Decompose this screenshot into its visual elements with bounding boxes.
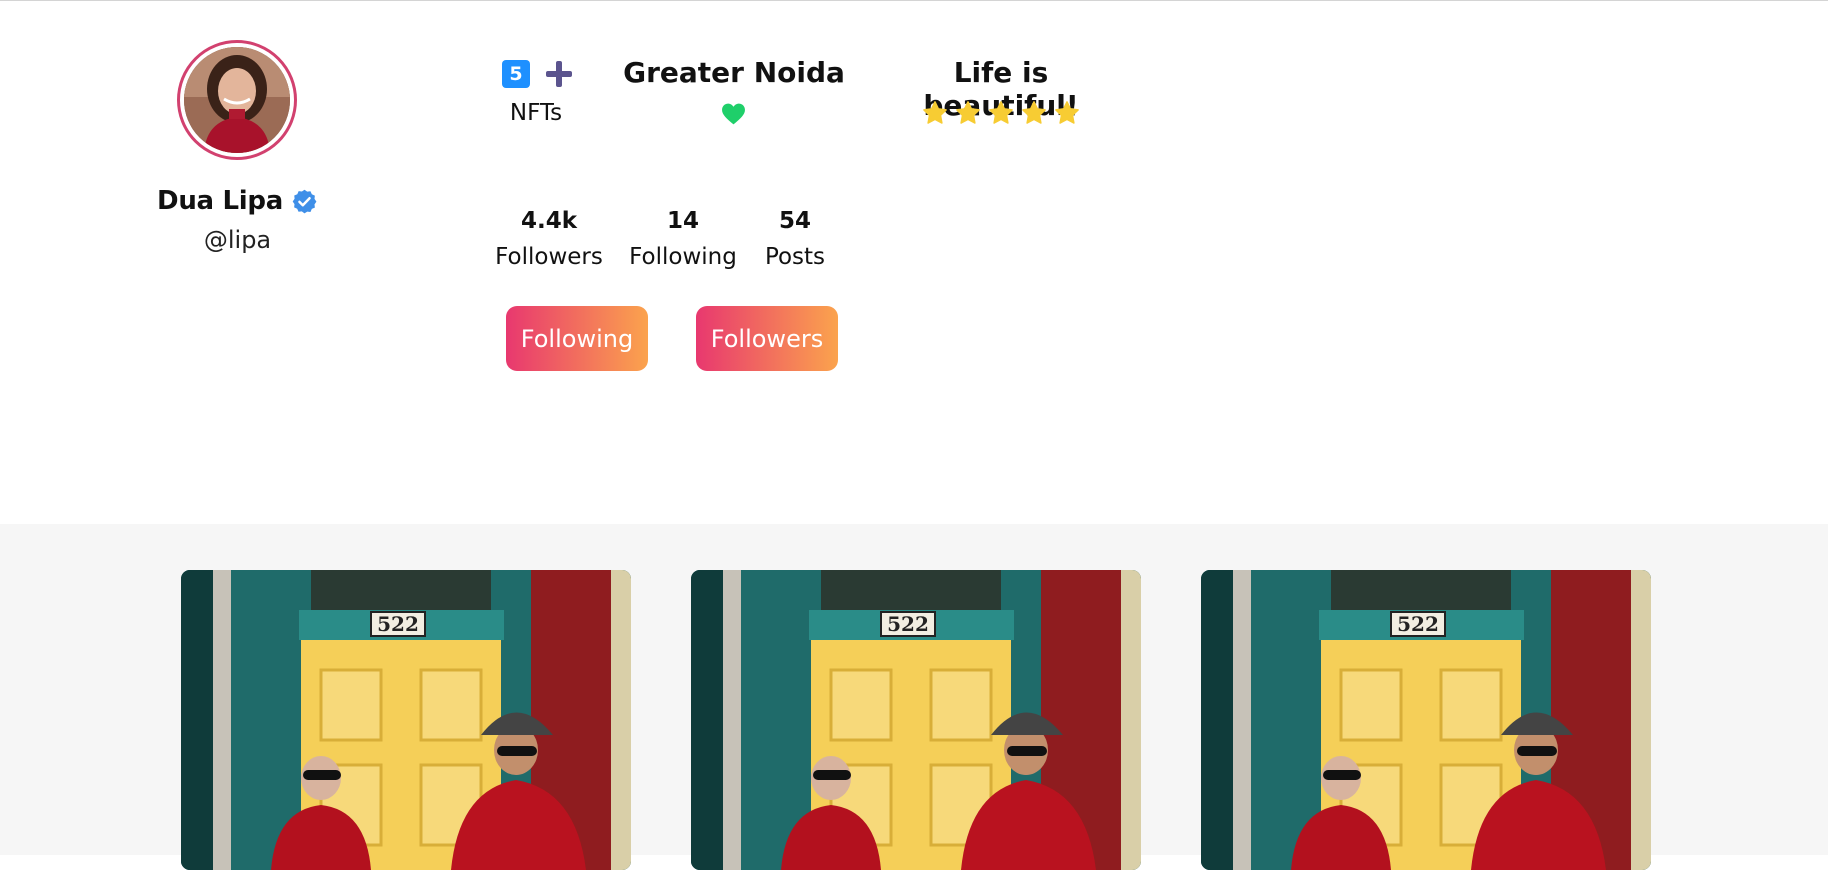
post-card[interactable]: 522 [181, 570, 631, 870]
top-divider [0, 0, 1828, 1]
stat-following[interactable]: 14 Following [625, 208, 741, 270]
stat-followers-value: 4.4k [520, 208, 578, 234]
heart-icon [722, 103, 745, 125]
verified-badge-icon [292, 189, 317, 213]
plus-icon[interactable] [544, 59, 574, 89]
door-number: 522 [1397, 612, 1439, 636]
rating-stars [922, 100, 1080, 126]
post-image: 522 [691, 570, 1141, 870]
profile-name-row: Dua Lipa [130, 186, 345, 216]
post-image: 522 [1201, 570, 1651, 870]
post-image: 522 [181, 570, 631, 870]
star-icon [923, 101, 947, 124]
star-icon [1055, 101, 1079, 124]
post-card[interactable]: 522 [1201, 570, 1651, 870]
stat-followers[interactable]: 4.4k Followers [492, 208, 606, 270]
following-button[interactable]: Following [506, 306, 648, 371]
profile-handle: @lipa [203, 226, 272, 254]
stat-followers-label: Followers [495, 244, 603, 270]
profile-name: Dua Lipa [157, 186, 283, 216]
nft-label: NFTs [509, 100, 563, 126]
avatar[interactable] [177, 40, 297, 160]
post-gallery: 522 522 522 [0, 524, 1828, 870]
nft-count-badge: 5 [502, 60, 530, 88]
location-city: Greater Noida [623, 56, 845, 89]
door-number: 522 [887, 612, 929, 636]
avatar-photo [184, 47, 290, 153]
door-number: 522 [377, 612, 419, 636]
nft-badges: 5 [502, 59, 574, 89]
stat-posts-value: 54 [778, 208, 811, 234]
star-icon [1022, 101, 1046, 124]
stat-posts[interactable]: 54 Posts [755, 208, 835, 270]
star-icon [989, 101, 1013, 124]
followers-button[interactable]: Followers [696, 306, 838, 371]
star-icon [956, 101, 980, 124]
stat-following-label: Following [629, 244, 737, 270]
post-card[interactable]: 522 [691, 570, 1141, 870]
stat-posts-label: Posts [764, 244, 826, 270]
stat-following-value: 14 [666, 208, 699, 234]
